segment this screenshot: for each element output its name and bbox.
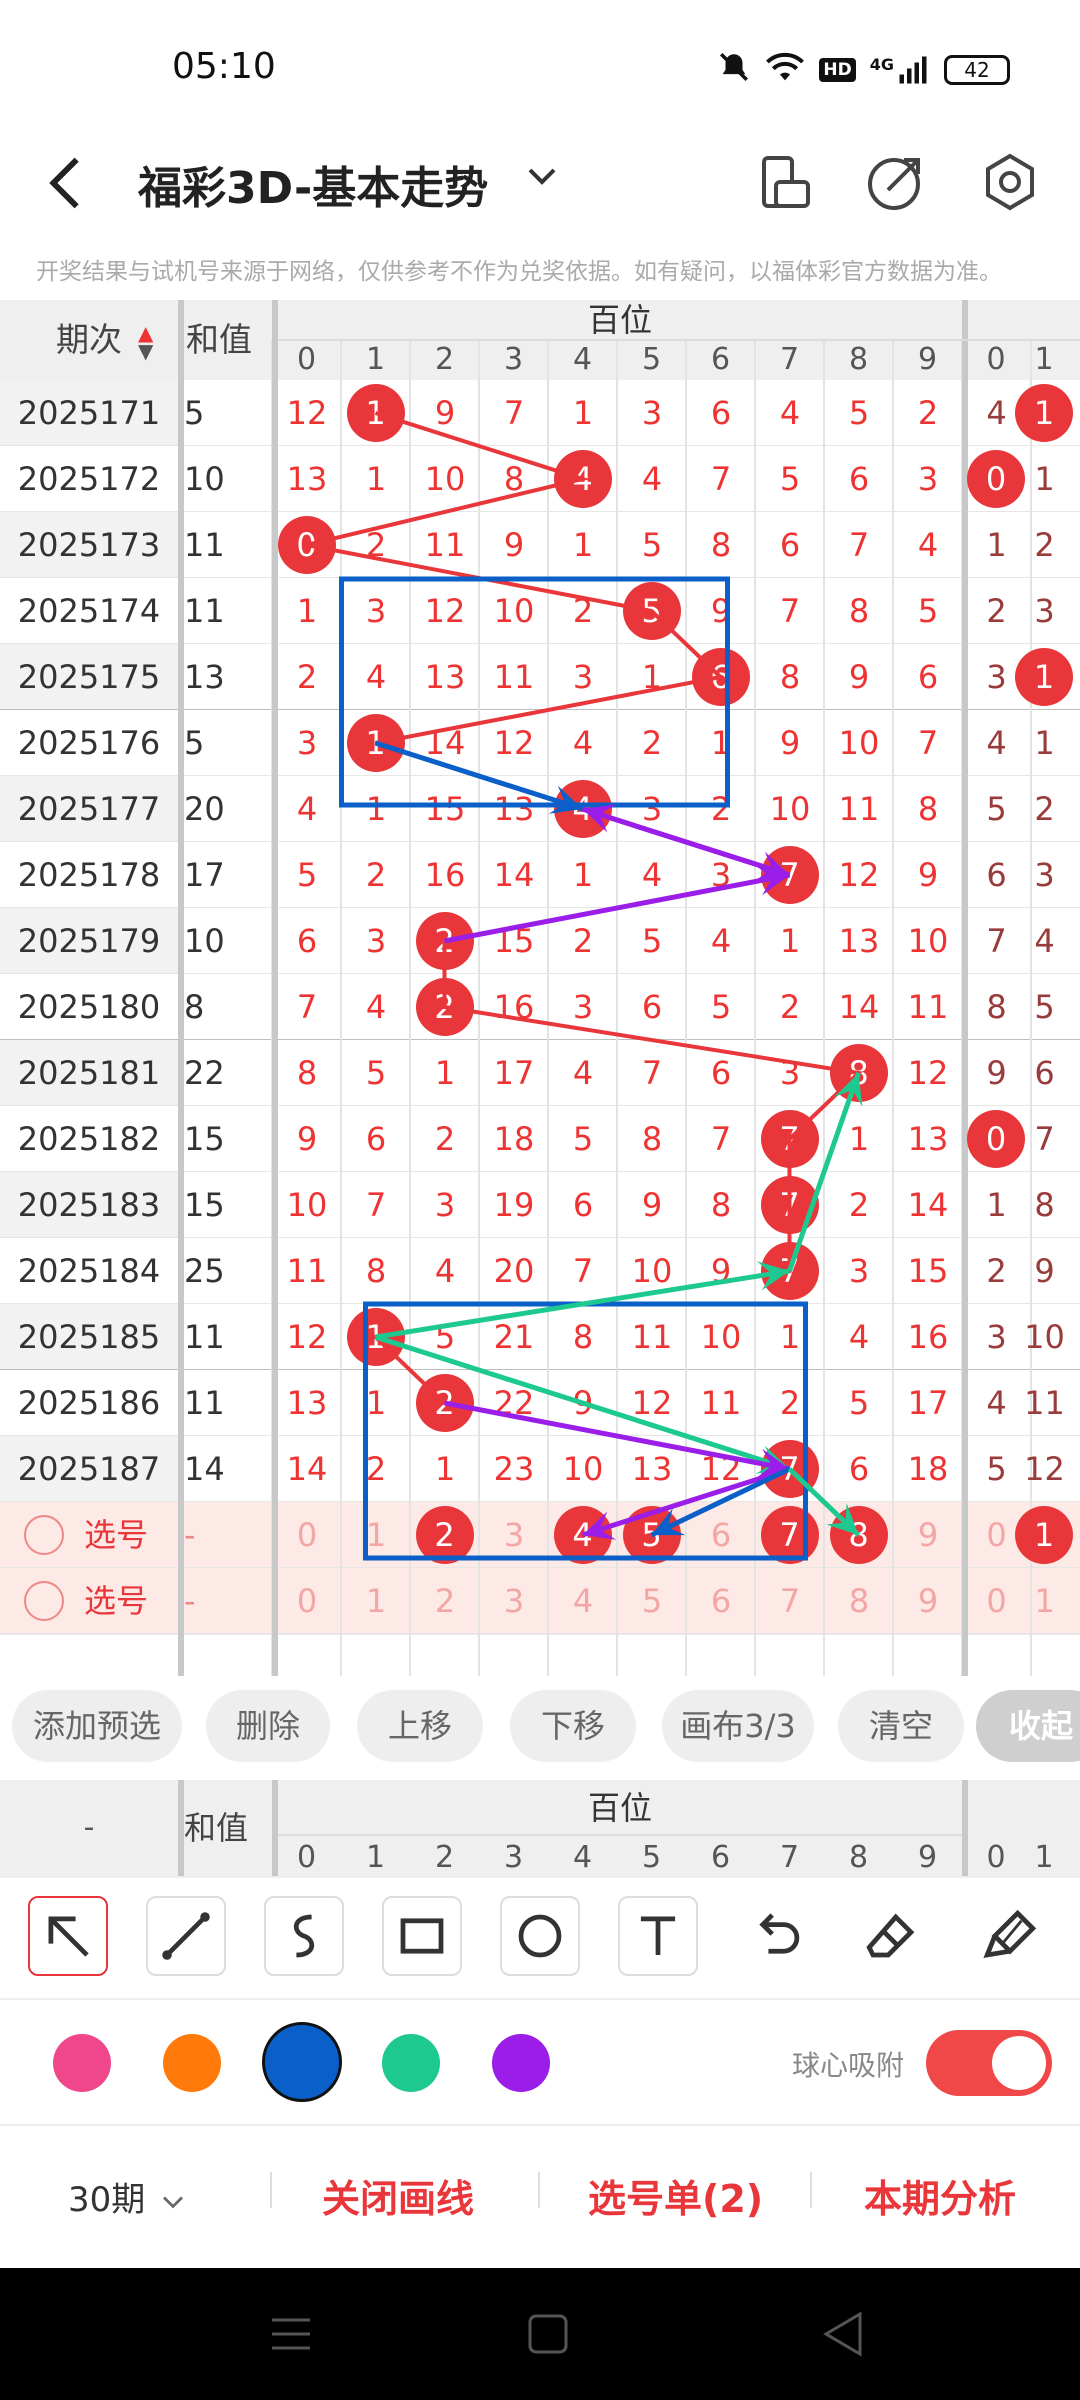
color-purple-swatch[interactable] [492, 2034, 550, 2092]
arrow-select-tool[interactable] [28, 1896, 108, 1976]
purple-arrow-drawing[interactable] [581, 806, 791, 878]
picker-sum-header: 和值 [184, 1809, 249, 1847]
rectangle-tool[interactable] [382, 1896, 462, 1976]
network-type: 4G [869, 55, 894, 74]
status-icons: HD 4G 42 [717, 50, 1010, 90]
app-header: 福彩3D-基本走势 [0, 130, 1080, 250]
circle-icon [518, 1914, 562, 1958]
period-analysis-button[interactable]: 本期分析 [864, 2168, 1016, 2223]
line-tool[interactable] [146, 1896, 226, 1976]
snap-label: 球心吸附 [792, 2049, 905, 2082]
green-arrow-drawing[interactable] [374, 1334, 791, 1472]
home-icon[interactable] [528, 2314, 568, 2354]
picker-digit-header: 4 [572, 1840, 593, 1875]
undo-tool[interactable] [736, 1896, 816, 1976]
canvas-button[interactable]: 画布3/3 [662, 1690, 814, 1762]
orientation-icon[interactable] [752, 150, 816, 214]
share-icon[interactable] [864, 150, 928, 214]
trend-line [306, 411, 863, 1471]
move-up-button[interactable]: 上移 [357, 1690, 483, 1762]
mute-icon [717, 50, 751, 90]
clear-brush-tool[interactable] [970, 1896, 1050, 1976]
pick-actions: 添加预选 删除 上移 下移 画布3/3 清空 收起 [0, 1690, 1080, 1766]
color-orange-swatch[interactable] [163, 2034, 221, 2092]
color-blue-swatch[interactable] [262, 2022, 342, 2102]
picker-digit-header: 7 [779, 1840, 800, 1875]
bottom-bar: 30期 关闭画线 选号单(2) 本期分析 [0, 2128, 1080, 2268]
collapse-button[interactable]: 收起 [976, 1690, 1080, 1762]
snap-toggle[interactable] [926, 2030, 1052, 2096]
eraser-tool[interactable] [852, 1896, 932, 1976]
disclaimer-text: 开奖结果与试机号来源于网络，仅供参考不作为兑奖依据。如有疑问，以福体彩官方数据为… [36, 259, 1002, 285]
brush-icon [983, 1909, 1037, 1959]
circle-tool[interactable] [500, 1896, 580, 1976]
add-preselect-button[interactable]: 添加预选 [12, 1690, 182, 1762]
status-bar: 05:10 HD 4G 42 [0, 0, 1080, 130]
picker-digit-header: 3 [503, 1840, 524, 1875]
settings-icon[interactable] [978, 150, 1042, 214]
color-pink-swatch[interactable] [53, 2034, 111, 2092]
curve-tool[interactable] [264, 1896, 344, 1976]
blue-arrow-drawing[interactable] [650, 1466, 791, 1538]
trend-table: 期次 ▲ ▼ 和值 百位 0 1 2 3 4 5 6 7 8 9 0 1 2025171 5 12 1 9 7 1 3 6 4 5 2 4… [0, 300, 1080, 1676]
curve-icon [294, 1914, 314, 1958]
page-title[interactable]: 福彩3D-基本走势 [138, 152, 488, 216]
system-nav-bar [0, 2268, 1080, 2400]
picker-digit-header: 6 [710, 1840, 731, 1875]
picker-table-header: - 和值 百位 012345678901 [0, 1780, 1080, 1876]
eraser-icon [866, 1913, 915, 1958]
back-button[interactable] [40, 148, 100, 228]
menu-icon[interactable] [272, 2318, 310, 2350]
picker-digit-header: 9 [917, 1840, 938, 1875]
nav-icons [272, 2311, 862, 2357]
picker-digit-header: 0 [296, 1840, 317, 1875]
text-tool[interactable] [618, 1896, 698, 1976]
delete-button[interactable]: 删除 [206, 1690, 330, 1762]
close-draw-button[interactable]: 关闭画线 [322, 2168, 474, 2223]
blue-rect-drawing[interactable] [339, 576, 730, 808]
picker-group-title: 百位 [278, 1780, 962, 1836]
picker-digit-header: 1 [365, 1840, 386, 1875]
battery-icon: 42 [944, 55, 1010, 85]
rectangle-icon [400, 1918, 444, 1954]
undo-icon [759, 1913, 800, 1954]
drawing-toolbar [0, 1876, 1080, 2000]
picker-period-header: - [83, 1810, 95, 1845]
blue-arrow-drawing[interactable] [374, 740, 584, 812]
move-down-button[interactable]: 下移 [510, 1690, 636, 1762]
chevron-down-icon [163, 2196, 184, 2208]
picker-digit-header: 2 [434, 1840, 455, 1875]
arrow-icon [48, 1916, 89, 1957]
drawing-layer[interactable] [0, 300, 1080, 1676]
chevron-down-icon[interactable] [522, 156, 562, 204]
picker-digit-header: 1 [1034, 1840, 1054, 1875]
picker-digit-header: 5 [641, 1840, 662, 1875]
period-selector[interactable]: 30期 [68, 2172, 190, 2221]
divider [270, 2172, 272, 2208]
line-icon [162, 1912, 210, 1960]
color-green-swatch[interactable] [382, 2034, 440, 2092]
clear-button[interactable]: 清空 [838, 1690, 964, 1762]
text-icon [640, 1916, 676, 1955]
pick-list-button[interactable]: 选号单(2) [588, 2168, 763, 2223]
purple-arrow-drawing[interactable] [581, 1466, 791, 1538]
purple-arrow-drawing[interactable] [444, 872, 790, 944]
toggle-knob [992, 2036, 1046, 2090]
signal-icon: 4G [870, 55, 930, 85]
wifi-icon [765, 50, 805, 90]
divider [538, 2172, 540, 2208]
green-arrow-drawing[interactable] [787, 1072, 861, 1272]
status-time: 05:10 [172, 46, 276, 87]
picker-digit-header: 8 [848, 1840, 869, 1875]
hd-badge: HD [819, 58, 856, 82]
color-picker: 球心吸附 [0, 2000, 1080, 2126]
divider [810, 2172, 812, 2208]
back-nav-icon[interactable] [823, 2311, 862, 2357]
period-selector-label: 30期 [68, 2180, 146, 2220]
